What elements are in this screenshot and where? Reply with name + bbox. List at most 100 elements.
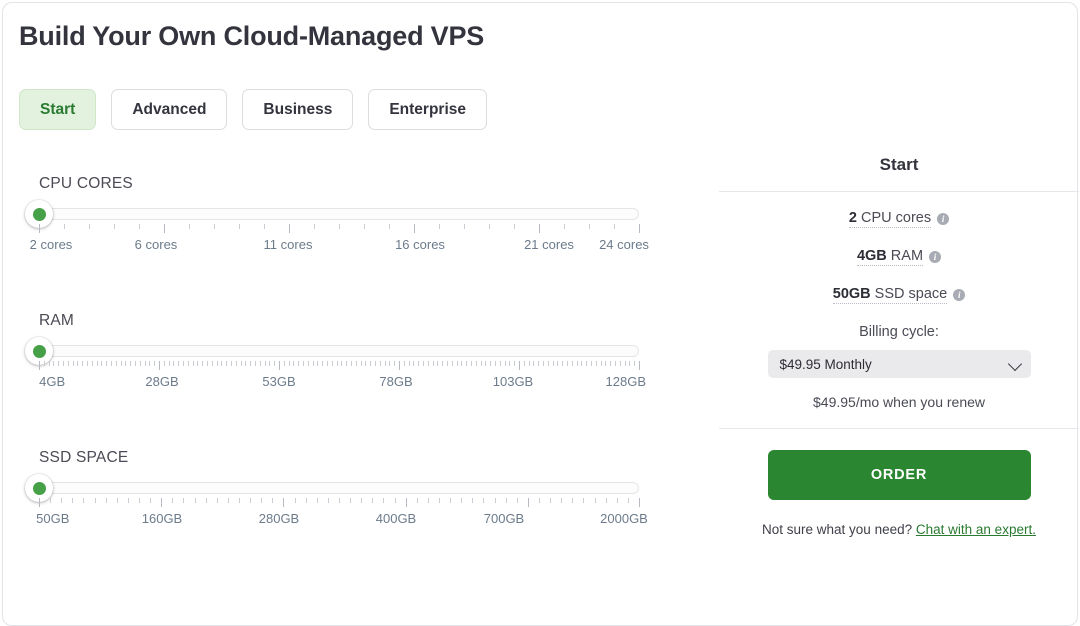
slider-track-cpu-cores[interactable] (39, 208, 639, 220)
tick-mark (577, 361, 578, 366)
summary-title: Start (719, 155, 1079, 191)
tick-mark (514, 361, 515, 366)
slider-label-ram: RAM (39, 312, 664, 330)
tick-mark (457, 361, 458, 366)
tick-mark (539, 498, 540, 503)
chat-with-expert-link[interactable]: Chat with an expert. (916, 522, 1036, 537)
billing-cycle-select[interactable]: $49.95 Monthly (768, 350, 1031, 378)
tick-mark (361, 498, 362, 503)
tick-label: 280GB (259, 511, 299, 526)
tick-label: 24 cores (599, 237, 649, 252)
info-icon[interactable]: i (929, 251, 941, 263)
tab-enterprise[interactable]: Enterprise (368, 89, 487, 130)
tick-mark (140, 361, 141, 366)
tick-mark (53, 361, 54, 366)
tick-mark (591, 361, 592, 366)
tick-mark (154, 361, 155, 366)
builder-card: Build Your Own Cloud-Managed VPS StartAd… (2, 2, 1078, 626)
tick-mark (44, 361, 45, 366)
help-line: Not sure what you need? Chat with an exp… (719, 522, 1079, 537)
tick-mark (327, 361, 328, 366)
tick-mark (567, 361, 568, 366)
tick-mark (111, 361, 112, 366)
tick-mark (572, 361, 573, 366)
tab-business[interactable]: Business (242, 89, 353, 130)
plan-tabs: Start Advanced Business Enterprise (19, 89, 487, 130)
tick-label: 21 cores (524, 237, 574, 252)
tick-label: 78GB (379, 374, 412, 389)
tab-advanced[interactable]: Advanced (111, 89, 227, 130)
slider-track-ram[interactable] (39, 345, 639, 357)
slider-ticks-ram (18, 361, 643, 371)
tick-label: 2000GB (600, 511, 648, 526)
slider-ram[interactable] (39, 345, 639, 357)
tick-mark (364, 224, 365, 229)
tick-mark (332, 361, 333, 366)
tick-mark (500, 361, 501, 366)
tick-mark (572, 498, 573, 503)
tick-mark (101, 361, 102, 366)
tick-mark (178, 361, 179, 366)
tick-mark (159, 361, 160, 370)
slider-cpu-cores[interactable] (39, 208, 639, 220)
slider-track-ssd-space[interactable] (39, 482, 639, 494)
summary-divider-bottom (719, 428, 1079, 429)
spec-value: 2 (849, 210, 857, 226)
tick-mark (189, 224, 190, 229)
info-icon[interactable]: i (937, 213, 949, 225)
slider-tick-labels-ram: 4GB28GB53GB78GB103GB128GB (18, 374, 664, 392)
tick-mark (117, 498, 118, 503)
tick-mark (217, 361, 218, 366)
slider-label-cpu-cores: CPU CORES (39, 175, 664, 193)
tick-mark (97, 361, 98, 366)
slider-ticks-cpu-cores (18, 224, 643, 234)
order-button[interactable]: ORDER (768, 450, 1031, 500)
tab-start[interactable]: Start (19, 89, 96, 130)
tick-mark (581, 361, 582, 366)
spec-text[interactable]: 50GB SSD space (833, 286, 947, 304)
tick-mark (505, 361, 506, 366)
tick-mark (245, 361, 246, 366)
tick-mark (629, 361, 630, 366)
spec-unit: SSD space (871, 286, 948, 302)
tick-mark (164, 224, 165, 233)
tick-mark (548, 361, 549, 366)
tick-mark (169, 361, 170, 366)
info-icon[interactable]: i (953, 289, 965, 301)
tick-mark (586, 361, 587, 366)
tick-mark (490, 361, 491, 366)
slider-ssd-space[interactable] (39, 482, 639, 494)
tick-mark (317, 361, 318, 366)
tick-mark (447, 361, 448, 366)
tick-mark (495, 498, 496, 503)
tick-mark (439, 498, 440, 503)
tick-mark (506, 498, 507, 503)
tick-mark (529, 361, 530, 366)
tick-label: 53GB (262, 374, 295, 389)
tick-mark (561, 498, 562, 503)
tick-mark (428, 361, 429, 366)
tick-mark (617, 498, 618, 503)
tick-mark (231, 361, 232, 366)
tick-mark (173, 361, 174, 366)
tick-mark (226, 361, 227, 366)
tick-mark (394, 361, 395, 366)
help-text: Not sure what you need? (762, 522, 912, 537)
tick-label: 400GB (376, 511, 416, 526)
tick-mark (328, 498, 329, 503)
spec-text[interactable]: 2 CPU cores (849, 210, 931, 228)
tick-mark (452, 361, 453, 366)
tick-mark (372, 498, 373, 503)
tick-mark (606, 498, 607, 503)
tick-mark (553, 361, 554, 366)
spec-text[interactable]: 4GB RAM (857, 248, 923, 266)
tick-mark (346, 361, 347, 366)
tick-mark (114, 224, 115, 229)
tick-mark (464, 224, 465, 229)
tick-mark (125, 361, 126, 366)
tick-mark (481, 361, 482, 366)
tick-mark (350, 498, 351, 503)
tick-mark (339, 498, 340, 503)
tick-mark (145, 361, 146, 366)
tick-mark (428, 498, 429, 503)
